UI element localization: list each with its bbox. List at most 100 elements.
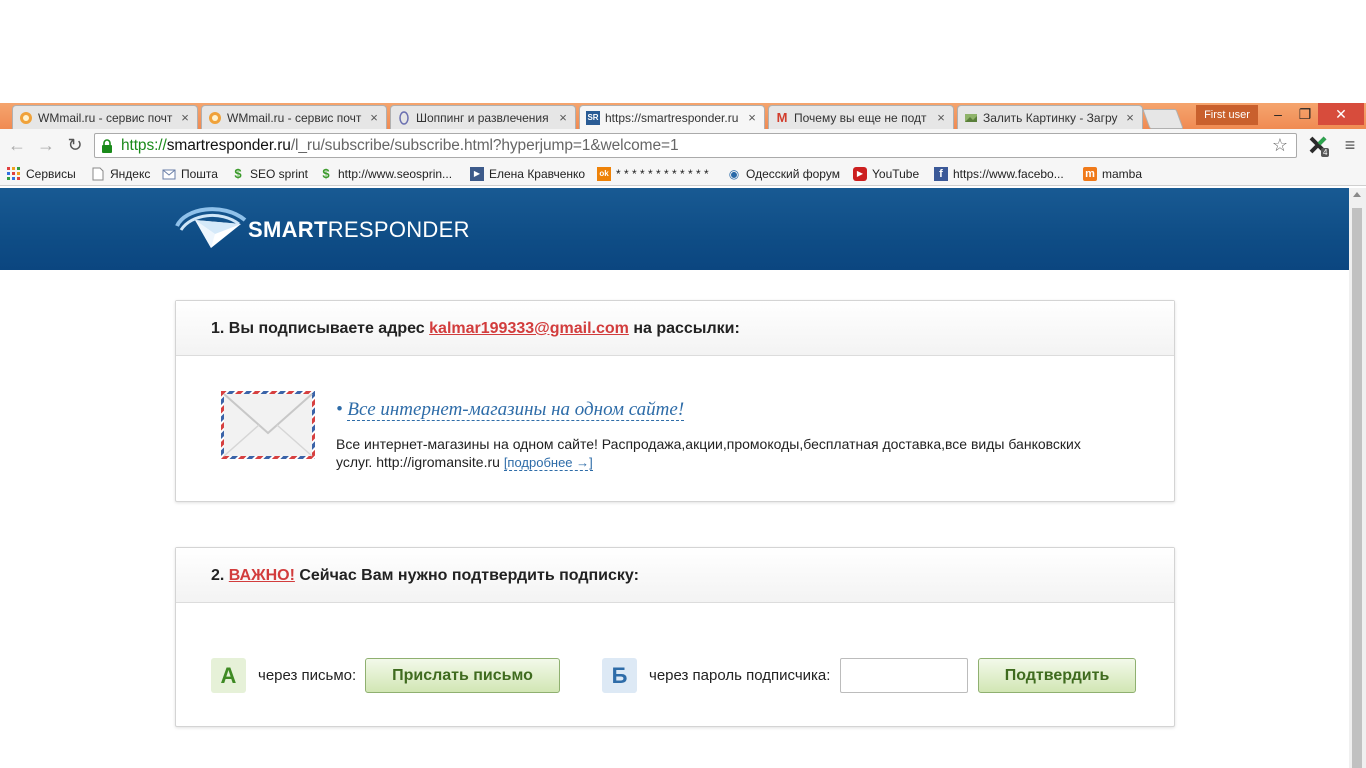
newsletter-title[interactable]: • Все интернет-магазины на одном сайте! xyxy=(336,399,685,421)
email-link[interactable]: kalmar199333@gmail.com xyxy=(429,320,629,337)
lock-icon xyxy=(101,138,113,153)
smartresponder-logo-icon[interactable] xyxy=(175,204,247,250)
bookmark-services[interactable]: Сервисы xyxy=(7,165,76,183)
image-upload-icon xyxy=(964,111,978,125)
tab-title: Почему вы еще не подт xyxy=(794,110,927,125)
heading-text: на рассылки: xyxy=(628,320,740,337)
description-text: Все интернет-магазины на одном сайте! Ра… xyxy=(336,436,1081,470)
tab-strip: WMmail.ru - сервис почт × WMmail.ru - се… xyxy=(0,103,1366,129)
mail-icon xyxy=(162,167,176,181)
tab-wmmail-1[interactable]: WMmail.ru - сервис почт × xyxy=(12,105,198,129)
seosprint-icon: $ xyxy=(234,166,242,181)
seosprint-icon: $ xyxy=(322,166,330,181)
heading-text: 1. Вы подписываете адрес xyxy=(211,320,430,337)
apps-grid-icon xyxy=(7,167,21,181)
page-icon xyxy=(91,167,105,181)
tab-smartresponder[interactable]: SR https://smartresponder.ru × xyxy=(579,105,765,129)
newsletter-description: Все интернет-магазины на одном сайте! Ра… xyxy=(336,435,1096,472)
bookmark-label: Яндекс xyxy=(110,167,151,181)
tab-title: https://smartresponder.ru xyxy=(605,110,739,125)
bookmark-label: Пошта xyxy=(181,167,218,181)
vertical-scrollbar[interactable] xyxy=(1349,188,1366,768)
bookmark-label: https://www.facebo... xyxy=(953,167,1064,181)
gmail-icon: M xyxy=(776,109,788,125)
close-icon[interactable]: × xyxy=(935,110,947,125)
option-b-badge: Б xyxy=(602,658,637,693)
bookmark-youtube[interactable]: ▶ YouTube xyxy=(853,165,919,183)
close-icon[interactable]: × xyxy=(368,110,380,125)
bookmark-label: YouTube xyxy=(872,167,920,181)
tab-shopping[interactable]: Шоппинг и развлечения × xyxy=(390,105,576,129)
odnoklassniki-icon: ok xyxy=(597,167,611,181)
bookmark-facebook[interactable]: f https://www.facebo... xyxy=(934,165,1064,183)
panel-heading: 1. Вы подписываете адрес kalmar199333@gm… xyxy=(176,301,1174,356)
menu-icon[interactable]: ≡ xyxy=(1340,135,1360,155)
bookmark-label: Елена Кравченко xyxy=(489,167,586,181)
option-a-badge: А xyxy=(211,658,246,693)
bookmark-poshta[interactable]: Пошта xyxy=(162,165,218,183)
tab-gmail[interactable]: M Почему вы еще не подт × xyxy=(768,105,954,129)
bookmark-label: * * * * * * * * * * * * xyxy=(616,167,709,181)
site-logo-text[interactable]: SMARTRESPONDER xyxy=(248,217,470,243)
bookmark-star-icon[interactable]: ☆ xyxy=(1272,135,1288,156)
option-a-label: через письмо: xyxy=(258,667,357,684)
minimize-button[interactable]: – xyxy=(1264,103,1292,125)
heading-text: Сейчас Вам нужно подтвердить подписку: xyxy=(294,567,639,584)
facebook-icon: f xyxy=(934,167,948,181)
tab-title: Шоппинг и развлечения xyxy=(416,110,549,125)
play-icon: ▶ xyxy=(470,167,484,181)
new-tab-button[interactable] xyxy=(1142,109,1184,129)
address-bar[interactable]: https://smartresponder.ru/l_ru/subscribe… xyxy=(94,133,1297,158)
forward-button[interactable]: → xyxy=(36,135,56,155)
reload-button[interactable]: ↻ xyxy=(65,135,85,155)
back-button[interactable]: ← xyxy=(7,135,27,155)
bookmark-mamba[interactable]: m mamba xyxy=(1083,165,1142,183)
envelope-icon xyxy=(221,391,315,459)
confirm-button[interactable]: Подтвердить xyxy=(978,658,1136,693)
bookmark-seosprint-url[interactable]: $ http://www.seosprin... xyxy=(319,165,452,183)
extension-icon[interactable]: 4 xyxy=(1308,135,1332,159)
window-close-button[interactable]: ✕ xyxy=(1318,103,1364,125)
bookmark-odessa-forum[interactable]: ◉ Одесский форум xyxy=(727,165,840,183)
scroll-up-arrow-icon[interactable] xyxy=(1353,192,1361,197)
bookmark-elena[interactable]: ▶ Елена Кравченко xyxy=(470,165,585,183)
browser-toolbar: ← → ↻ https://smartresponder.ru/l_ru/sub… xyxy=(0,129,1366,162)
bookmark-yandex[interactable]: Яндекс xyxy=(91,165,150,183)
heading-text: 2. xyxy=(211,567,229,584)
close-icon[interactable]: × xyxy=(1124,110,1136,125)
bookmark-label: Одесский форум xyxy=(746,167,840,181)
wmmail-icon xyxy=(208,111,222,125)
bookmark-label: mamba xyxy=(1102,167,1143,181)
tab-title: Залить Картинку - Загру xyxy=(983,110,1118,125)
panel-heading: 2. ВАЖНО! Сейчас Вам нужно подтвердить п… xyxy=(176,548,1174,603)
restore-button[interactable]: ❐ xyxy=(1292,103,1318,125)
profile-badge[interactable]: First user xyxy=(1196,105,1258,125)
close-icon[interactable]: × xyxy=(557,110,569,125)
subscription-panel: 1. Вы подписываете адрес kalmar199333@gm… xyxy=(175,300,1175,502)
send-letter-button[interactable]: Прислать письмо xyxy=(365,658,560,693)
scrollbar-thumb[interactable] xyxy=(1352,208,1362,768)
page-content: SMARTRESPONDER 1. Вы подписываете адрес … xyxy=(0,188,1349,768)
tab-title: WMmail.ru - сервис почт xyxy=(227,110,362,125)
extension-badge: 4 xyxy=(1321,148,1330,157)
site-header: SMARTRESPONDER xyxy=(0,188,1349,270)
bookmark-odnoklassniki[interactable]: ok * * * * * * * * * * * * xyxy=(597,165,709,183)
url-text: https://smartresponder.ru/l_ru/subscribe… xyxy=(121,136,679,154)
confirmation-panel: 2. ВАЖНО! Сейчас Вам нужно подтвердить п… xyxy=(175,547,1175,727)
wmmail-icon xyxy=(19,111,33,125)
close-icon[interactable]: × xyxy=(179,110,191,125)
subscriber-password-input[interactable] xyxy=(840,658,968,693)
youtube-icon: ▶ xyxy=(853,167,867,181)
important-link[interactable]: ВАЖНО! xyxy=(229,567,295,584)
bookmark-label: Сервисы xyxy=(26,167,76,181)
mamba-icon: m xyxy=(1083,167,1097,181)
eye-icon: ◉ xyxy=(728,167,740,181)
bookmark-label: http://www.seosprin... xyxy=(338,167,453,181)
bookmark-label: SEO sprint xyxy=(250,167,309,181)
bookmarks-bar: Сервисы Яндекс Пошта $ SEO sprint $ http… xyxy=(0,162,1366,186)
close-icon[interactable]: × xyxy=(746,110,758,125)
tab-wmmail-2[interactable]: WMmail.ru - сервис почт × xyxy=(201,105,387,129)
more-link[interactable]: [подробнее →] xyxy=(503,455,593,471)
tab-image-upload[interactable]: Залить Картинку - Загру × xyxy=(957,105,1143,129)
bookmark-seo-sprint[interactable]: $ SEO sprint xyxy=(231,165,308,183)
